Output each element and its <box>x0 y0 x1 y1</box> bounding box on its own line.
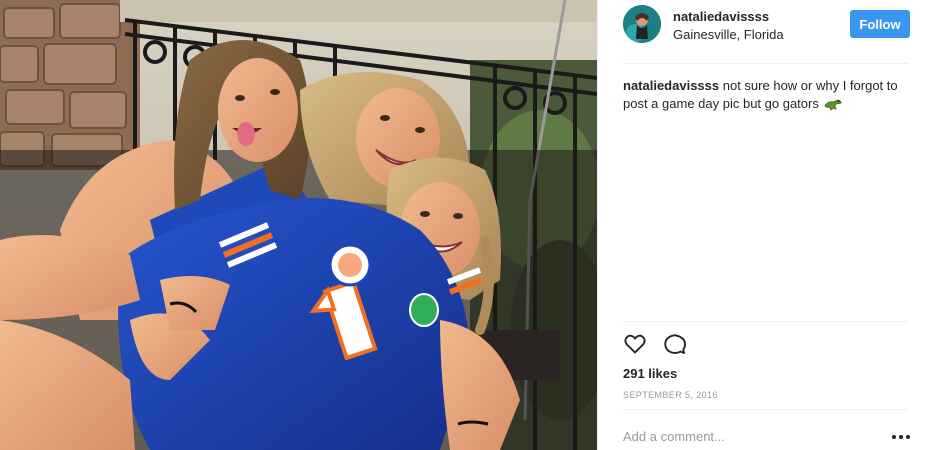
instagram-post: nataliedavissss Gainesville, Florida Fol… <box>0 0 933 450</box>
post-author-username[interactable]: nataliedavissss <box>673 9 769 24</box>
caption-username[interactable]: nataliedavissss <box>623 78 719 93</box>
post-details-panel: nataliedavissss Gainesville, Florida Fol… <box>597 0 933 450</box>
post-caption: nataliedavissss not sure how or why I fo… <box>623 77 911 116</box>
more-options-icon[interactable] <box>891 430 911 444</box>
comment-divider <box>623 409 909 410</box>
follow-button[interactable]: Follow <box>850 10 910 38</box>
post-photo-illustration <box>0 0 597 450</box>
header-divider <box>623 63 909 64</box>
gator-emoji-icon <box>824 97 842 116</box>
comment-input[interactable] <box>623 426 873 446</box>
post-actions <box>623 332 687 358</box>
avatar[interactable] <box>623 5 661 43</box>
heart-icon[interactable] <box>623 332 647 356</box>
actions-divider <box>623 321 909 322</box>
post-location[interactable]: Gainesville, Florida <box>673 27 784 42</box>
comment-bubble-icon[interactable] <box>663 332 687 356</box>
post-photo[interactable] <box>0 0 597 450</box>
likes-count[interactable]: 291 likes <box>623 366 677 381</box>
avatar-image <box>623 5 661 43</box>
post-date[interactable]: SEPTEMBER 5, 2016 <box>623 390 718 400</box>
